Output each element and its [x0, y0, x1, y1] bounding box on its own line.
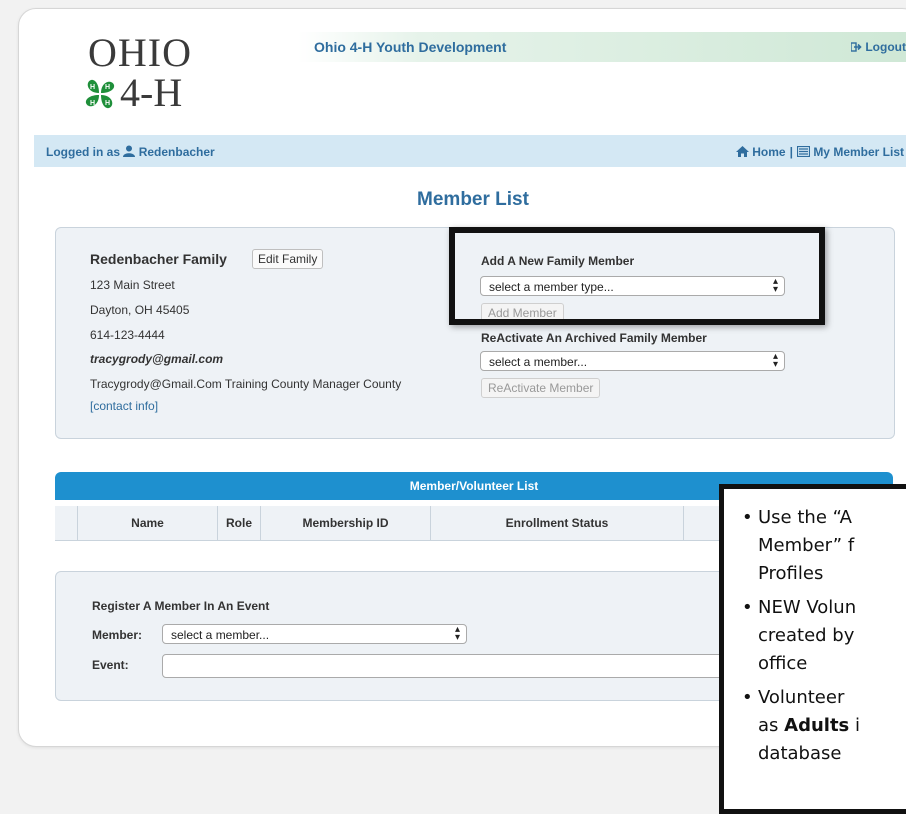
- callout-text: Use the “A: [758, 507, 852, 528]
- callout-line: • NEW Volun: [742, 595, 856, 621]
- select-arrows-icon: ▴ ▾: [772, 276, 778, 295]
- column-select: [55, 506, 78, 540]
- family-county: Tracygrody@Gmail.Com Training County Man…: [90, 377, 402, 391]
- family-email: tracygrody@gmail.com: [90, 352, 224, 366]
- callout-text: Profiles: [758, 563, 824, 584]
- select-arrows-icon: ▴ ▾: [454, 624, 460, 643]
- svg-text:H: H: [105, 100, 110, 107]
- home-link[interactable]: Home: [752, 145, 785, 159]
- contact-info-link[interactable]: [contact info]: [90, 399, 158, 413]
- member-type-select-value: select a member type...: [489, 280, 614, 294]
- register-event-heading: Register A Member In An Event: [92, 599, 270, 613]
- event-input[interactable]: [162, 654, 784, 678]
- edit-family-button[interactable]: Edit Family: [252, 249, 324, 269]
- clover-icon: H H H H: [85, 79, 115, 109]
- callout-line: Member” f: [742, 533, 854, 559]
- callout-line: • Use the “A: [742, 505, 852, 531]
- logo-4h-text: 4-H: [120, 70, 183, 115]
- column-enrollment-status[interactable]: Enrollment Status: [431, 506, 684, 540]
- svg-text:H: H: [90, 84, 95, 91]
- column-role[interactable]: Role: [218, 506, 261, 540]
- bullet-icon: •: [742, 507, 753, 528]
- family-name: Redenbacher Family: [90, 251, 227, 267]
- logout-icon: [850, 42, 862, 52]
- callout-line: office: [742, 651, 807, 677]
- my-member-list-link[interactable]: My Member List: [813, 145, 904, 159]
- column-name[interactable]: Name: [78, 506, 218, 540]
- reactivate-heading: ReActivate An Archived Family Member: [481, 331, 707, 345]
- user-icon: [123, 145, 136, 157]
- reactivate-member-button[interactable]: ReActivate Member: [481, 378, 601, 398]
- family-city: Dayton, OH 45405: [90, 303, 190, 317]
- family-phone: 614-123-4444: [90, 328, 165, 342]
- nav-separator: |: [789, 145, 793, 159]
- add-member-heading: Add A New Family Member: [481, 254, 635, 268]
- svg-text:H: H: [105, 84, 110, 91]
- username: Redenbacher: [138, 145, 215, 159]
- callout-text: created by: [758, 625, 855, 646]
- callout-line: Profiles: [742, 561, 823, 587]
- callout-text: database: [758, 743, 842, 764]
- top-bar: Ohio 4-H Youth Development Logout: [298, 32, 906, 62]
- family-street: 123 Main Street: [90, 278, 175, 292]
- archived-member-select[interactable]: select a member... ▴ ▾: [480, 351, 785, 371]
- callout-text: Member” f: [758, 535, 855, 556]
- select-arrows-icon: ▴ ▾: [772, 351, 778, 370]
- list-icon: [796, 145, 811, 158]
- logged-in-prefix: Logged in as: [46, 145, 121, 159]
- bullet-icon: •: [742, 687, 753, 708]
- event-member-select[interactable]: select a member... ▴ ▾: [162, 624, 467, 644]
- callout-text: as Adults i: [758, 715, 860, 736]
- callout-text: office: [758, 653, 808, 674]
- page-title: Member List: [417, 189, 529, 210]
- event-label: Event:: [92, 658, 129, 672]
- logged-in-status: Logged in as Redenbacher: [46, 145, 215, 159]
- logout-label: Logout: [865, 40, 906, 54]
- archived-member-select-value: select a member...: [489, 355, 588, 369]
- member-label: Member:: [92, 628, 143, 642]
- site-title[interactable]: Ohio 4-H Youth Development: [314, 39, 506, 55]
- callout-line: created by: [742, 623, 854, 649]
- column-membership-id[interactable]: Membership ID: [261, 506, 431, 540]
- callout-line: as Adults i: [742, 713, 860, 739]
- home-icon: [735, 146, 749, 157]
- login-bar-nav: Home | My Member List: [735, 145, 904, 159]
- member-type-select[interactable]: select a member type... ▴ ▾: [480, 276, 785, 296]
- logout-link[interactable]: Logout: [850, 40, 906, 54]
- event-member-select-value: select a member...: [171, 628, 270, 642]
- callout-line: database: [742, 741, 841, 767]
- callout-line: • Volunteer: [742, 685, 844, 711]
- login-bar: Logged in as Redenbacher Home | My Member…: [34, 135, 906, 167]
- ohio-4h-logo: OHIO HHHH 4-H: [80, 30, 230, 122]
- callout-emphasis: Adults: [784, 715, 850, 736]
- callout-text: Volunteer: [758, 687, 845, 708]
- bullet-icon: •: [742, 597, 753, 618]
- add-member-button[interactable]: Add Member: [481, 303, 564, 323]
- instruction-callout: • Use the “A Member” f Profiles • NEW Volu…: [719, 484, 906, 814]
- callout-text: NEW Volun: [758, 597, 857, 618]
- svg-text:H: H: [90, 100, 95, 107]
